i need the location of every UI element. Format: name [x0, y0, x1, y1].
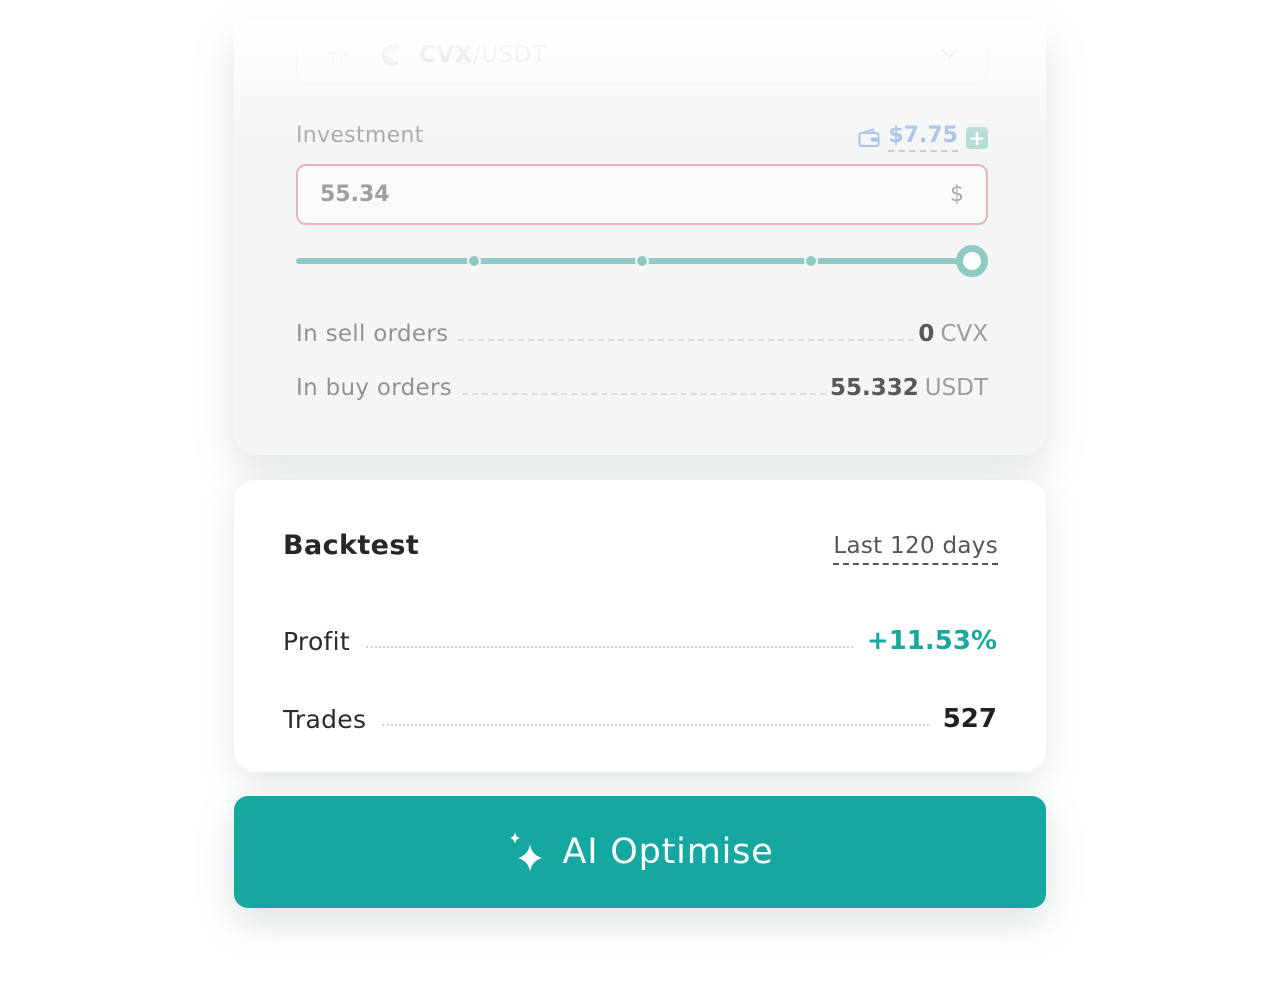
star-icon[interactable]: ☆ — [325, 42, 350, 70]
investment-input[interactable]: 55.34 $ — [296, 164, 988, 225]
investment-label: Investment — [296, 123, 424, 148]
sell-orders-amount: 0 — [918, 321, 935, 347]
ai-optimise-label[interactable]: AI Optimise — [563, 832, 774, 872]
balance-value[interactable]: $7.75 — [888, 123, 958, 152]
slider-track[interactable] — [296, 258, 972, 264]
sell-orders-label: In sell orders — [296, 321, 449, 347]
cvx-coin-icon — [381, 44, 400, 66]
slider-thumb[interactable] — [956, 245, 988, 277]
slider-tick[interactable] — [467, 254, 481, 268]
trades-row: Trades 527 — [283, 696, 997, 734]
profit-value: +11.53% — [866, 626, 997, 656]
dotted-leader — [458, 339, 915, 341]
buy-orders-amount: 55.332 — [830, 375, 919, 401]
buy-orders-row: In buy orders 55.332 USDT — [296, 367, 988, 401]
pair-label: CVX/USDT — [419, 42, 547, 68]
available-balance[interactable]: $7.75 + — [858, 123, 988, 152]
investment-slider[interactable] — [296, 244, 988, 278]
investment-value[interactable]: 55.34 — [320, 182, 390, 207]
sell-orders-unit: CVX — [940, 321, 988, 347]
backtest-card: Backtest Last 120 days Profit +11.53% Tr… — [234, 480, 1046, 772]
wallet-icon — [858, 127, 880, 147]
trades-label: Trades — [283, 705, 367, 734]
buy-orders-unit: USDT — [924, 375, 988, 401]
dotted-leader — [461, 393, 827, 395]
buy-orders-label: In buy orders — [296, 375, 452, 401]
profit-label: Profit — [283, 627, 351, 656]
trades-value: 527 — [942, 704, 997, 734]
ai-optimise-button[interactable]: AI Optimise — [234, 796, 1046, 908]
profit-row: Profit +11.53% — [283, 618, 997, 656]
slider-tick[interactable] — [635, 254, 649, 268]
currency-symbol: $ — [950, 182, 964, 207]
sparkle-icon — [509, 832, 542, 872]
backtest-title: Backtest — [283, 530, 420, 561]
sell-orders-row: In sell orders 0 CVX — [296, 313, 988, 347]
chevron-down-icon[interactable] — [939, 46, 959, 60]
plus-icon[interactable]: + — [966, 126, 988, 149]
dotted-leader — [366, 646, 853, 648]
slider-tick[interactable] — [804, 254, 818, 268]
backtest-period-select[interactable]: Last 120 days — [833, 533, 998, 565]
pair-selector[interactable]: ☆ CVX/USDT — [296, 30, 988, 84]
bot-settings-card: ☆ CVX/USDT Investment $7.75 + 55.34 $ In… — [234, 20, 1046, 455]
dotted-leader — [382, 724, 929, 726]
